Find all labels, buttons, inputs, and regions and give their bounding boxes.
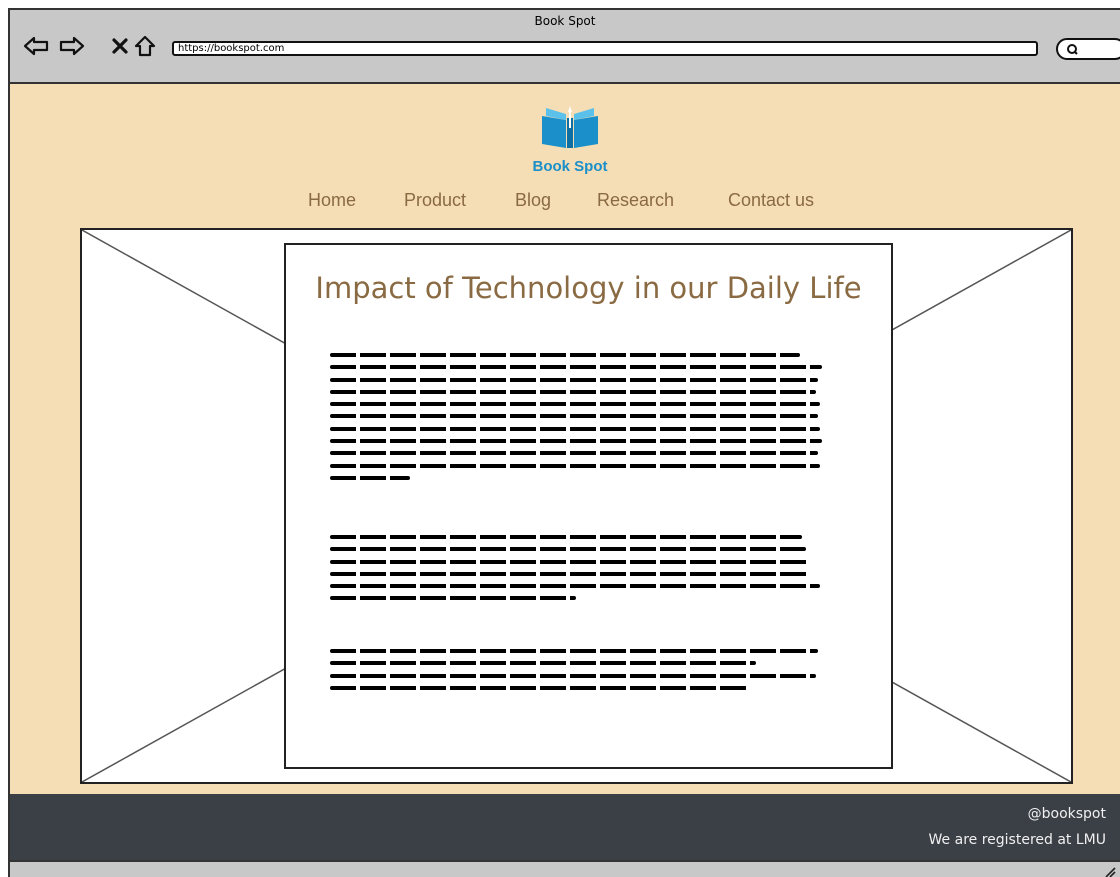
article-paragraph-2 [330, 535, 830, 609]
nav-item-contact-us[interactable]: Contact us [728, 190, 814, 211]
brand-logo[interactable]: Book Spot [510, 102, 630, 192]
window-title: Book Spot [534, 14, 596, 28]
article-paragraph-1 [330, 353, 830, 488]
article-card: Impact of Technology in our Daily Life [284, 243, 893, 769]
footer-handle: @bookspot [1027, 806, 1106, 822]
open-book-icon [542, 106, 598, 148]
nav-item-product[interactable]: Product [404, 190, 466, 211]
browser-window: Book Spot https://bookspot.com Book Spot… [8, 8, 1120, 877]
browser-search-box[interactable] [1056, 38, 1120, 60]
search-icon [1067, 44, 1078, 55]
resize-grip-icon[interactable] [1102, 864, 1116, 877]
browser-statusbar [10, 860, 1120, 877]
nav-item-home[interactable]: Home [308, 190, 356, 211]
main-nav: Home Product Blog Research Contact us [10, 190, 1120, 220]
close-icon[interactable] [106, 34, 134, 58]
nav-item-blog[interactable]: Blog [515, 190, 551, 211]
browser-titlebar: Book Spot https://bookspot.com [10, 10, 1120, 84]
article-paragraph-3 [330, 649, 830, 698]
address-bar[interactable]: https://bookspot.com [172, 41, 1038, 56]
page-footer: @bookspot We are registered at LMU [10, 794, 1120, 860]
article-title: Impact of Technology in our Daily Life [315, 271, 862, 305]
nav-item-research[interactable]: Research [597, 190, 674, 211]
forward-arrow-icon[interactable] [58, 34, 86, 58]
brand-name: Book Spot [532, 158, 608, 175]
back-arrow-icon[interactable] [22, 34, 50, 58]
footer-note: We are registered at LMU [928, 832, 1106, 848]
home-icon[interactable] [131, 34, 159, 58]
